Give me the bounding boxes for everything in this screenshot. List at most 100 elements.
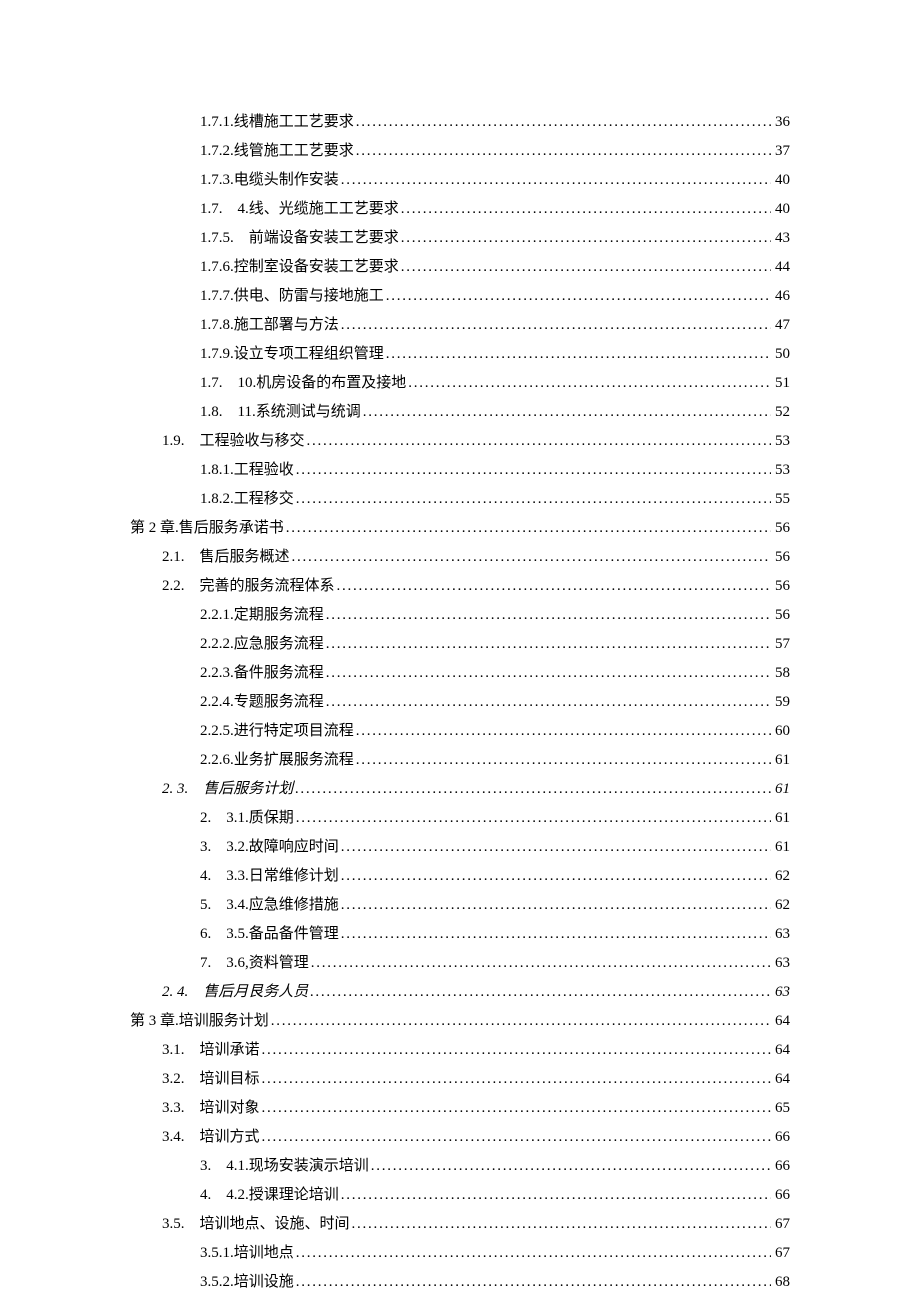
toc-entry-number: 2.2.4.: [200, 690, 234, 714]
toc-entry-page: 61: [773, 835, 790, 859]
toc-entry: 3.2. 培训目标64: [130, 1065, 790, 1094]
toc-entry-page: 68: [773, 1270, 790, 1294]
toc-page: 1.7.1.线槽施工工艺要求361.7.2.线管施工工艺要求371.7.3.电缆…: [0, 0, 920, 1297]
toc-entry-page: 56: [773, 545, 790, 569]
toc-entry-number: 1.7.2.: [200, 139, 234, 163]
toc-entry-number: 2. 3.1.: [200, 806, 249, 830]
toc-leader-dots: [363, 400, 771, 424]
toc-entry-label: 进行特定项目流程: [234, 719, 354, 743]
toc-entry: 1.7. 10.机房设备的布置及接地51: [130, 369, 790, 398]
toc-entry-number: 1.9.: [162, 429, 200, 453]
toc-leader-dots: [286, 516, 771, 540]
toc-entry-label: 工程移交: [234, 487, 294, 511]
toc-entry-number: 1.7.6.: [200, 255, 234, 279]
toc-entry-number: 2. 4.: [162, 980, 203, 1004]
toc-entry-page: 55: [773, 487, 790, 511]
toc-entry: 2. 3.1.质保期61: [130, 804, 790, 833]
toc-entry: 3.1. 培训承诺64: [130, 1036, 790, 1065]
toc-entry-number: 1.7. 4.: [200, 197, 249, 221]
toc-entry-number: 2.2.2.: [200, 632, 234, 656]
toc-leader-dots: [295, 777, 771, 801]
toc-entry-label: 现场安装演示培训: [249, 1154, 369, 1178]
toc-entry-number: 1.7.9.: [200, 342, 234, 366]
toc-entry: 2.1. 售后服务概述56: [130, 543, 790, 572]
toc-entry-page: 37: [773, 139, 790, 163]
toc-entry-number: 1.7.7.: [200, 284, 234, 308]
toc-entry-number: 1.8. 11.: [200, 400, 256, 424]
toc-leader-dots: [296, 487, 771, 511]
toc-entry: 3.4. 培训方式66: [130, 1123, 790, 1152]
toc-entry-number: 3.4.: [162, 1125, 200, 1149]
toc-leader-dots: [401, 226, 771, 250]
toc-leader-dots: [352, 1212, 771, 1236]
toc-entry-label: 售后服务承诺书: [179, 516, 284, 540]
toc-entry-page: 60: [773, 719, 790, 743]
toc-entry: 3.5. 培训地点、设施、时间 67: [130, 1210, 790, 1239]
toc-entry-page: 58: [773, 661, 790, 685]
toc-entry-number: 6. 3.5.: [200, 922, 249, 946]
toc-entry-page: 67: [773, 1212, 790, 1236]
toc-entry-page: 40: [773, 168, 790, 192]
toc-leader-dots: [326, 603, 771, 627]
toc-entry-number: 7. 3.6,: [200, 951, 249, 975]
toc-entry: 3.5.1.培训地点67: [130, 1239, 790, 1268]
toc-entry-label: 日常维修计划: [249, 864, 339, 888]
toc-entry-page: 56: [773, 516, 790, 540]
toc-entry-number: 4. 3.3.: [200, 864, 249, 888]
toc-entry: 7. 3.6,资料管理63: [130, 949, 790, 978]
toc-entry-page: 67: [773, 1241, 790, 1265]
toc-entry: 3. 4.1.现场安装演示培训66: [130, 1152, 790, 1181]
toc-leader-dots: [401, 197, 771, 221]
toc-entry-label: 培训地点、设施、时间: [200, 1212, 350, 1236]
toc-leader-dots: [310, 980, 771, 1004]
toc-entry-page: 66: [773, 1125, 790, 1149]
toc-entry-number: 3.1.: [162, 1038, 200, 1062]
toc-entry-number: 1.8.2.: [200, 487, 234, 511]
toc-entry-label: 线槽施工工艺要求: [234, 110, 354, 134]
toc-leader-dots: [292, 545, 771, 569]
toc-list: 1.7.1.线槽施工工艺要求361.7.2.线管施工工艺要求371.7.3.电缆…: [130, 108, 790, 1297]
toc-entry: 5. 3.4.应急维修措施62: [130, 891, 790, 920]
toc-entry-label: 备品备件管理: [249, 922, 339, 946]
toc-entry: 1.7.9.设立专项工程组织管理50: [130, 340, 790, 369]
toc-entry-page: 52: [773, 400, 790, 424]
toc-entry-label: 故障响应时间: [249, 835, 339, 859]
toc-entry-number: 3.5.: [162, 1212, 200, 1236]
toc-entry-number: 1.8.1.: [200, 458, 234, 482]
toc-entry: 1.7.6.控制室设备安装工艺要求44: [130, 253, 790, 282]
toc-entry-page: 51: [773, 371, 790, 395]
toc-entry-number: 4. 4.2.: [200, 1183, 249, 1207]
toc-entry-number: 1.7. 10.: [200, 371, 256, 395]
toc-entry-page: 53: [773, 429, 790, 453]
toc-entry-label: 售后服务概述: [200, 545, 290, 569]
toc-entry-number: 2.2.: [162, 574, 200, 598]
toc-entry-label: 线、光缆施工工艺要求: [249, 197, 399, 221]
toc-entry-page: 61: [773, 748, 790, 772]
toc-entry: 4. 4.2.授课理论培训66: [130, 1181, 790, 1210]
toc-entry-number: 1.7.1.: [200, 110, 234, 134]
toc-entry-page: 53: [773, 458, 790, 482]
toc-leader-dots: [326, 661, 771, 685]
toc-leader-dots: [356, 719, 771, 743]
toc-entry-label: 培训服务计划: [179, 1009, 269, 1033]
toc-entry: 1.8.1.工程验收53: [130, 456, 790, 485]
toc-leader-dots: [356, 139, 771, 163]
toc-leader-dots: [341, 922, 771, 946]
toc-entry-number: 2.2.6.: [200, 748, 234, 772]
toc-leader-dots: [371, 1154, 771, 1178]
toc-entry-label: 定期服务流程: [234, 603, 324, 627]
toc-entry-number: 3.5.1.: [200, 1241, 234, 1265]
toc-entry-page: 61: [773, 806, 790, 830]
toc-leader-dots: [311, 951, 771, 975]
toc-entry-label: 资料管理: [249, 951, 309, 975]
toc-entry-label: 系统测试与统调: [256, 400, 361, 424]
toc-entry-page: 64: [773, 1038, 790, 1062]
toc-entry: 1.8. 11.系统测试与统调 52: [130, 398, 790, 427]
toc-entry-page: 40: [773, 197, 790, 221]
toc-leader-dots: [341, 313, 771, 337]
toc-entry-number: 1.7.3.: [200, 168, 234, 192]
toc-entry-label: 应急服务流程: [234, 632, 324, 656]
toc-entry: 2.2.1.定期服务流程56: [130, 601, 790, 630]
toc-entry-number: 5. 3.4.: [200, 893, 249, 917]
toc-entry: 2.2.4.专题服务流程59: [130, 688, 790, 717]
